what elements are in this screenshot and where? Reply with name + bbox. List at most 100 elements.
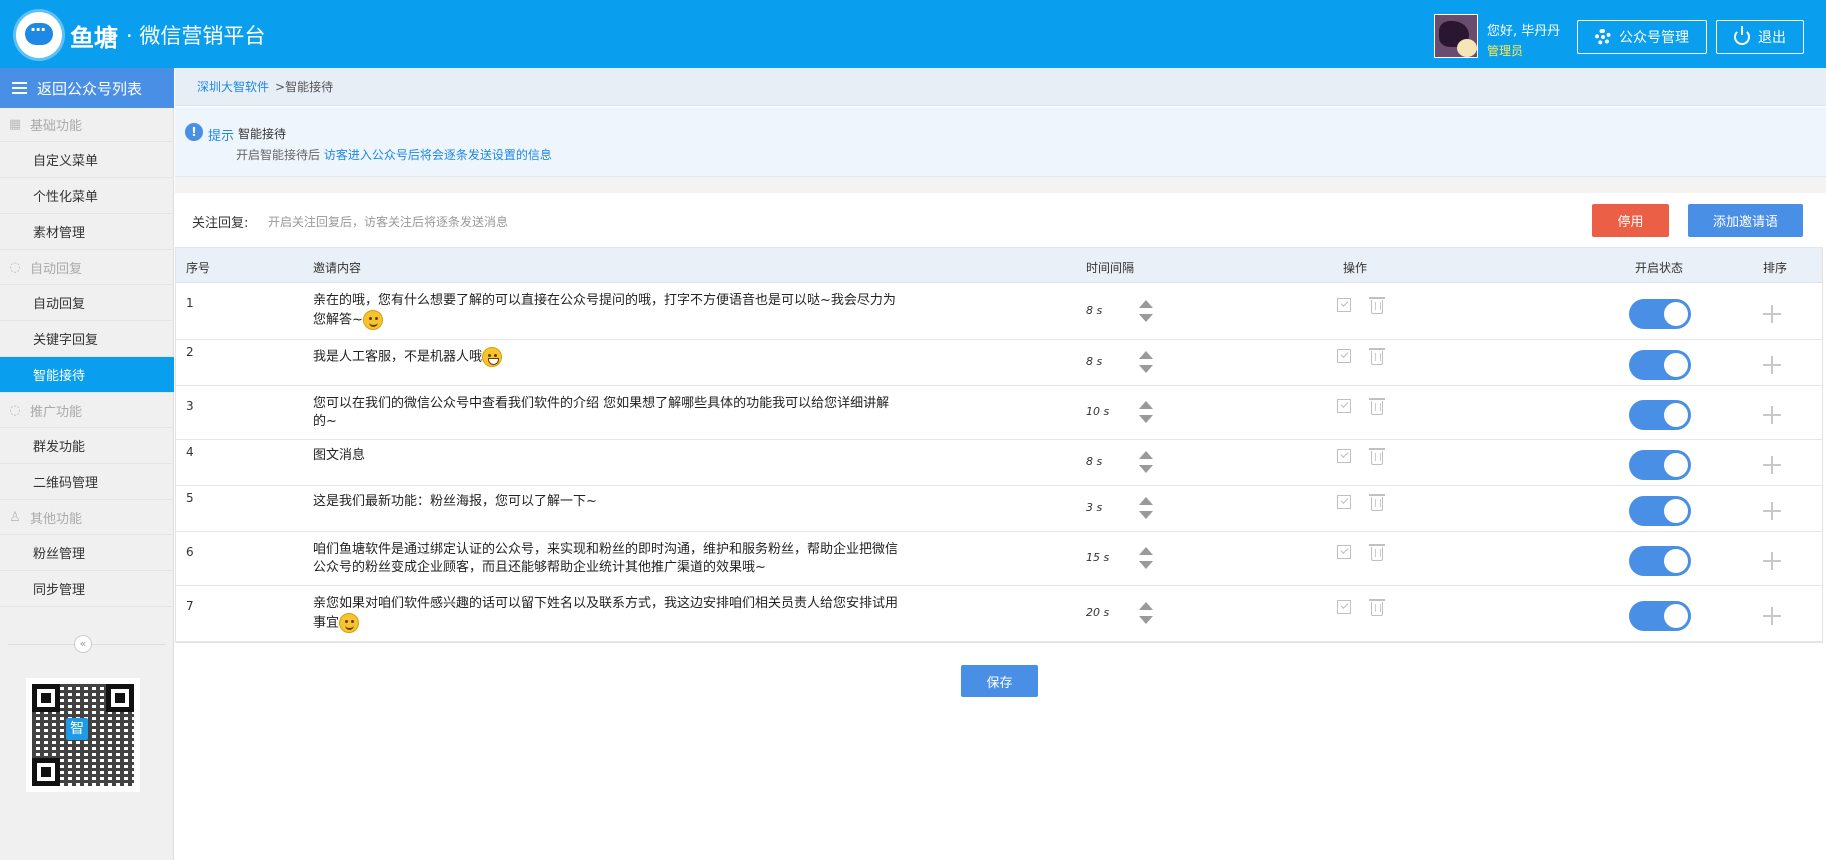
arrow-up-icon[interactable] xyxy=(1139,547,1153,555)
tip-box: ! 提示 智能接待 开启智能接待后 访客进入公众号后将会逐条发送设置的信息 xyxy=(175,107,1826,177)
drag-handle-icon[interactable] xyxy=(1763,552,1781,570)
table-header: 序号 邀请内容 时间间隔 操作 开启状态 排序 xyxy=(176,247,1822,283)
drag-handle-icon[interactable] xyxy=(1763,456,1781,474)
status-toggle[interactable] xyxy=(1629,350,1691,380)
interval-stepper[interactable] xyxy=(1139,401,1153,425)
row-content: 咱们鱼塘软件是通过绑定认证的公众号，来实现和粉丝的即时沟通，维护和服务粉丝，帮助… xyxy=(313,541,923,577)
sidebar-item-broadcast[interactable]: 群发功能 xyxy=(0,428,174,464)
row-number: 6 xyxy=(186,545,194,559)
arrow-up-icon[interactable] xyxy=(1139,451,1153,459)
follow-reply-description: 开启关注回复后，访客关注后将逐条发送消息 xyxy=(268,215,509,229)
gear-icon xyxy=(1595,29,1611,45)
trash-icon[interactable] xyxy=(1369,494,1385,511)
edit-icon[interactable] xyxy=(1337,495,1351,509)
edit-icon[interactable] xyxy=(1337,545,1351,559)
top-header: 鱼塘 · 微信营销平台 您好, 毕丹丹 管理员 公众号管理 退出 xyxy=(0,0,1826,68)
edit-icon[interactable] xyxy=(1337,399,1351,413)
arrow-up-icon[interactable] xyxy=(1139,401,1153,409)
trash-icon[interactable] xyxy=(1369,398,1385,415)
arrow-up-icon[interactable] xyxy=(1139,497,1153,505)
arrow-down-icon[interactable] xyxy=(1139,616,1153,624)
save-button[interactable]: 保存 xyxy=(961,665,1038,697)
avatar[interactable] xyxy=(1434,14,1478,58)
logout-button[interactable]: 退出 xyxy=(1716,20,1804,54)
interval-stepper[interactable] xyxy=(1139,547,1153,571)
row-content-line2: 您解答~ xyxy=(313,310,923,330)
breadcrumb: 深圳大智软件 >智能接待 xyxy=(175,68,1826,106)
trash-icon[interactable] xyxy=(1369,448,1385,465)
row-content-line1: 咱们鱼塘软件是通过绑定认证的公众号，来实现和粉丝的即时沟通，维护和服务粉丝，帮助… xyxy=(313,542,899,557)
chat-icon: ◌ xyxy=(9,259,21,275)
row-content-line2: 公众号的粉丝变成企业顾客，而且还能够帮助企业统计其他推广渠道的效果哦~ xyxy=(313,560,766,575)
arrow-down-icon[interactable] xyxy=(1139,365,1153,373)
row-number: 4 xyxy=(186,445,194,459)
row-content-line1: 亲您如果对咱们软件感兴趣的话可以留下姓名以及联系方式，我这边安排咱们相关员责人给… xyxy=(313,596,899,611)
trash-icon[interactable] xyxy=(1369,348,1385,365)
account-manage-button[interactable]: 公众号管理 xyxy=(1577,20,1707,54)
drag-handle-icon[interactable] xyxy=(1763,406,1781,424)
arrow-up-icon[interactable] xyxy=(1139,300,1153,308)
status-toggle[interactable] xyxy=(1629,496,1691,526)
row-content-line2: 的~ xyxy=(313,414,337,429)
collapse-sidebar-button[interactable]: « xyxy=(74,635,92,653)
arrow-down-icon[interactable] xyxy=(1139,465,1153,473)
grid-icon: ▦ xyxy=(8,116,22,132)
arrow-down-icon[interactable] xyxy=(1139,511,1153,519)
interval-stepper[interactable] xyxy=(1139,602,1153,626)
spacer xyxy=(175,177,1826,193)
arrow-up-icon[interactable] xyxy=(1139,351,1153,359)
thumb-icon: ♙ xyxy=(9,509,21,525)
drag-handle-icon[interactable] xyxy=(1763,356,1781,374)
status-toggle[interactable] xyxy=(1629,299,1691,329)
trash-icon[interactable] xyxy=(1369,297,1385,314)
trash-icon[interactable] xyxy=(1369,599,1385,616)
row-interval: 8 s xyxy=(1086,304,1103,317)
sidebar-item-custom-menu[interactable]: 自定义菜单 xyxy=(0,142,174,178)
qr-logo: 智 xyxy=(66,718,88,740)
tip-text-prefix: 开启智能接待后 xyxy=(236,148,321,162)
follow-reply-label: 关注回复: xyxy=(192,216,249,231)
arrow-down-icon[interactable] xyxy=(1139,314,1153,322)
emoji-icon xyxy=(482,347,503,367)
table-row: 4 图文消息 8 s xyxy=(176,440,1822,486)
sidebar-item-smart-reception[interactable]: 智能接待 xyxy=(0,357,174,393)
status-toggle[interactable] xyxy=(1629,546,1691,576)
edit-icon[interactable] xyxy=(1337,298,1351,312)
row-number: 2 xyxy=(186,345,194,359)
arrow-down-icon[interactable] xyxy=(1139,561,1153,569)
breadcrumb-root-link[interactable]: 深圳大智软件 xyxy=(197,78,269,95)
sidebar-item-auto-reply[interactable]: 自动回复 xyxy=(0,285,174,321)
status-toggle[interactable] xyxy=(1629,601,1691,631)
sidebar-item-materials[interactable]: 素材管理 xyxy=(0,214,174,250)
interval-stepper[interactable] xyxy=(1139,300,1153,324)
interval-stepper[interactable] xyxy=(1139,351,1153,375)
sidebar-item-fans[interactable]: 粉丝管理 xyxy=(0,535,174,571)
sidebar-item-keyword-reply[interactable]: 关键字回复 xyxy=(0,321,174,357)
row-content-line1: 这是我们最新功能：粉丝海报，您可以了解一下~ xyxy=(313,494,597,509)
back-to-list-button[interactable]: 返回公众号列表 xyxy=(0,68,174,108)
qr-code: 智 xyxy=(26,678,140,792)
arrow-up-icon[interactable] xyxy=(1139,602,1153,610)
drag-handle-icon[interactable] xyxy=(1763,305,1781,323)
edit-icon[interactable] xyxy=(1337,449,1351,463)
nav-group-label: 其他功能 xyxy=(30,512,83,527)
status-toggle[interactable] xyxy=(1629,400,1691,430)
edit-icon[interactable] xyxy=(1337,349,1351,363)
disable-button[interactable]: 停用 xyxy=(1592,204,1669,237)
row-number: 7 xyxy=(186,599,194,613)
sidebar-item-personalized-menu[interactable]: 个性化菜单 xyxy=(0,178,174,214)
sidebar-item-qrcode[interactable]: 二维码管理 xyxy=(0,464,174,500)
interval-stepper[interactable] xyxy=(1139,497,1153,521)
edit-icon[interactable] xyxy=(1337,600,1351,614)
arrow-down-icon[interactable] xyxy=(1139,415,1153,423)
interval-stepper[interactable] xyxy=(1139,451,1153,475)
brand-name: 鱼塘 xyxy=(70,24,118,52)
logout-label: 退出 xyxy=(1758,30,1786,46)
drag-handle-icon[interactable] xyxy=(1763,607,1781,625)
sidebar-item-sync[interactable]: 同步管理 xyxy=(0,571,174,607)
status-toggle[interactable] xyxy=(1629,450,1691,480)
trash-icon[interactable] xyxy=(1369,544,1385,561)
logo-icon xyxy=(16,12,62,58)
add-invitation-button[interactable]: 添加邀请语 xyxy=(1688,204,1803,237)
drag-handle-icon[interactable] xyxy=(1763,502,1781,520)
